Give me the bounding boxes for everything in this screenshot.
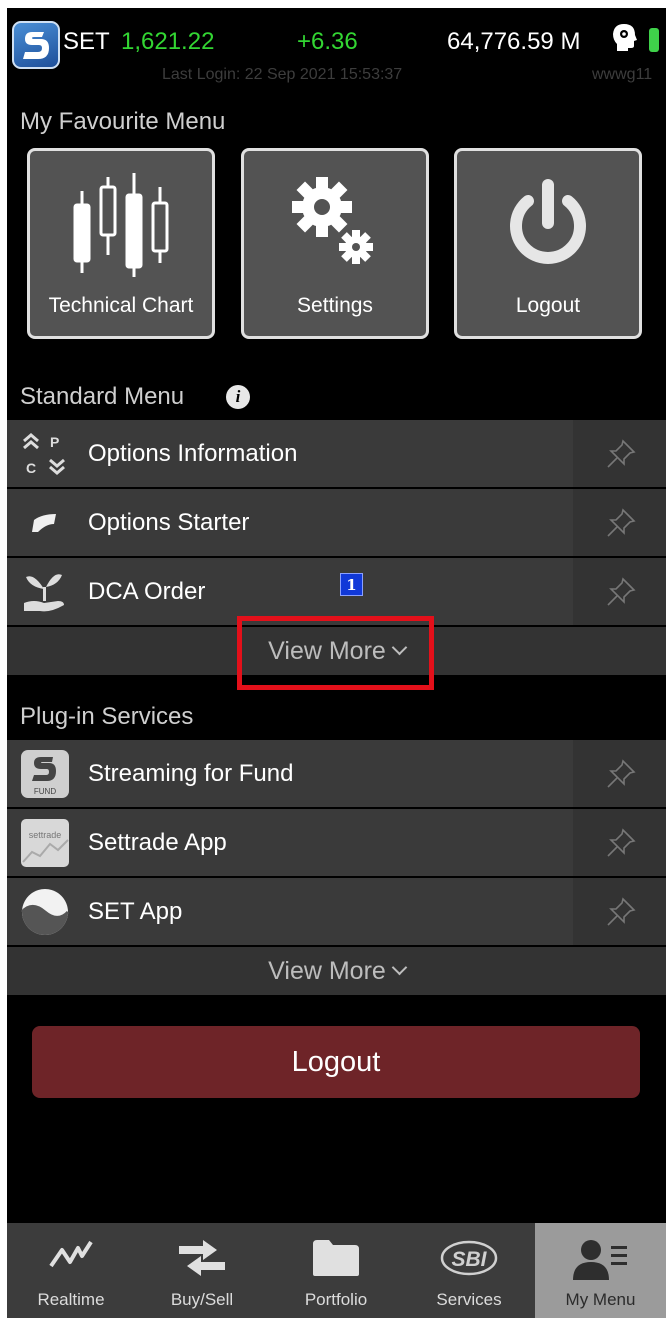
- market-index: 1,621.22: [121, 28, 215, 55]
- fav-tile-technical-chart[interactable]: Technical Chart: [27, 148, 215, 339]
- plugin-services-title: Plug-in Services: [20, 703, 194, 730]
- market-name: SET: [63, 28, 110, 55]
- pin-icon: [607, 759, 636, 788]
- gears-icon: [292, 177, 373, 264]
- power-icon: [510, 179, 586, 264]
- fav-tile-logout[interactable]: Logout: [454, 148, 642, 339]
- logout-button[interactable]: Logout: [32, 1026, 640, 1098]
- menu-row-label: Options Information: [88, 440, 298, 467]
- tab-realtime[interactable]: Realtime: [7, 1223, 135, 1318]
- plant-hand-icon: [24, 574, 64, 612]
- fav-tile-label: Technical Chart: [48, 294, 194, 317]
- candlestick-icon: [73, 173, 169, 277]
- menu-row-label: Options Starter: [88, 509, 250, 536]
- buy-sell-icon: [179, 1240, 225, 1276]
- tab-label: Buy/Sell: [170, 1290, 234, 1309]
- menu-row-label: SET App: [88, 898, 183, 925]
- pin-button[interactable]: [573, 740, 666, 807]
- sbi-icon: SBI: [440, 1240, 498, 1276]
- market-volume: 64,776.59 M: [447, 28, 581, 55]
- tab-label: My Menu: [565, 1290, 636, 1309]
- pin-icon: [607, 508, 636, 537]
- menu-row-label: DCA Order: [88, 578, 206, 605]
- pin-icon: [607, 439, 636, 468]
- svg-text:settrade: settrade: [29, 830, 62, 840]
- set-app-icon: [20, 889, 70, 935]
- battery-icon: [649, 28, 659, 52]
- last-login: Last Login: 22 Sep 2021 15:53:37: [162, 66, 403, 83]
- menu-row-options-information[interactable]: P C Options Information: [7, 420, 666, 487]
- info-icon[interactable]: i: [226, 385, 250, 409]
- svg-text:FUND: FUND: [34, 787, 56, 796]
- chevron-down-icon: [391, 959, 408, 976]
- fav-tile-label: Logout: [515, 294, 581, 317]
- screen: SET 1,621.22 +6.36 64,776.59 M Last Logi…: [7, 8, 666, 1318]
- streaming-fund-icon: FUND: [21, 750, 69, 798]
- bottom-tab-bar: Realtime Buy/Sell Portfolio SBI Services: [7, 1223, 666, 1318]
- menu-row-options-starter[interactable]: Options Starter: [7, 489, 666, 556]
- pin-button[interactable]: [573, 878, 666, 945]
- username: wwwg11: [592, 66, 653, 83]
- menu-row-dca-order[interactable]: DCA Order: [7, 558, 666, 625]
- tab-buy-sell[interactable]: Buy/Sell: [135, 1223, 269, 1318]
- fav-tile-label: Settings: [297, 294, 373, 317]
- tab-services[interactable]: SBI Services: [403, 1223, 535, 1318]
- market-ticker: SET 1,621.22 +6.36 64,776.59 M Last Logi…: [7, 8, 666, 88]
- pin-button[interactable]: [573, 558, 666, 625]
- pin-icon: [607, 897, 636, 926]
- tab-label: Realtime: [37, 1290, 105, 1309]
- tab-label: Services: [436, 1290, 502, 1309]
- pin-button[interactable]: [573, 809, 666, 876]
- user-list-icon: [572, 1240, 627, 1280]
- svg-text:C: C: [26, 460, 36, 476]
- standard-menu-title: Standard Menu: [20, 383, 185, 410]
- plugin-row-settrade-app[interactable]: settrade Settrade App: [7, 809, 666, 876]
- pin-button[interactable]: [573, 489, 666, 556]
- plugins-view-more-button[interactable]: View More: [7, 947, 666, 995]
- options-starter-icon: [32, 514, 56, 532]
- tab-label: Portfolio: [304, 1290, 368, 1309]
- annotation-badge: 1: [340, 573, 363, 596]
- svg-text:P: P: [50, 434, 59, 450]
- realtime-icon: [49, 1240, 93, 1268]
- plugin-row-set-app[interactable]: SET App: [7, 878, 666, 945]
- tab-portfolio[interactable]: Portfolio: [269, 1223, 403, 1318]
- settrade-app-icon: settrade: [21, 819, 69, 867]
- menu-row-label: Streaming for Fund: [88, 760, 294, 787]
- fav-tile-settings[interactable]: Settings: [241, 148, 429, 339]
- pin-icon: [607, 828, 636, 857]
- favourite-menu-title: My Favourite Menu: [20, 108, 226, 135]
- options-cp-icon: P C: [23, 433, 65, 476]
- pin-icon: [607, 577, 636, 606]
- svg-text:SBI: SBI: [451, 1248, 487, 1271]
- highlight-box: [237, 616, 434, 690]
- streaming-logo-icon: [12, 21, 60, 69]
- view-more-label: View More: [268, 957, 386, 985]
- menu-row-label: Settrade App: [88, 829, 227, 856]
- plugin-row-streaming-fund[interactable]: FUND Streaming for Fund: [7, 740, 666, 807]
- pin-button[interactable]: [573, 420, 666, 487]
- tab-my-menu[interactable]: My Menu: [535, 1223, 666, 1318]
- head-gear-icon: [613, 24, 637, 51]
- folder-icon: [313, 1240, 359, 1276]
- market-change: +6.36: [297, 28, 358, 55]
